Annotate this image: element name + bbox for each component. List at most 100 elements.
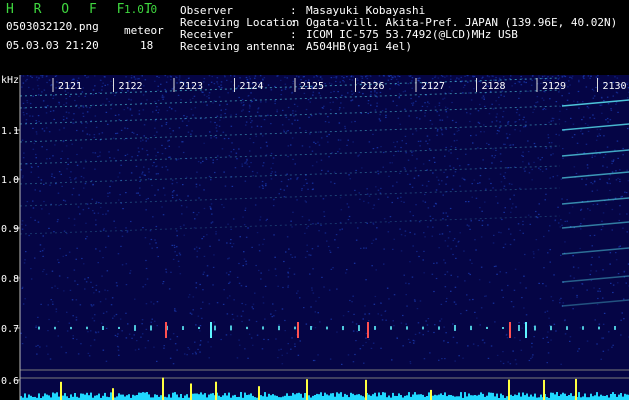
noise-speck: [186, 354, 188, 356]
noise-speck: [172, 363, 175, 365]
noise-speck: [263, 338, 265, 340]
noise-speck: [192, 97, 194, 99]
noise-speck: [564, 333, 567, 335]
noise-speck: [507, 284, 509, 287]
noise-speck: [288, 248, 290, 250]
noise-speck: [522, 151, 524, 153]
noise-speck: [333, 76, 335, 78]
noise-speck: [591, 154, 594, 156]
level-bar: [558, 396, 560, 400]
noise-speck: [576, 101, 579, 103]
level-bar: [382, 392, 384, 400]
noise-speck: [239, 236, 241, 238]
noise-speck: [376, 92, 378, 94]
noise-speck: [390, 75, 392, 77]
noise-speck: [281, 354, 283, 356]
noise-speck: [523, 307, 525, 309]
noise-speck: [102, 257, 104, 259]
noise-speck: [531, 79, 533, 81]
noise-speck: [379, 114, 381, 116]
noise-speck: [348, 215, 351, 218]
noise-speck: [510, 301, 513, 303]
noise-speck: [365, 332, 368, 335]
noise-speck: [416, 117, 418, 119]
noise-speck: [141, 173, 143, 175]
noise-speck: [69, 289, 72, 291]
noise-speck: [479, 182, 481, 184]
noise-speck: [609, 119, 612, 121]
noise-speck: [131, 114, 133, 116]
noise-speck: [456, 130, 459, 132]
noise-speck: [293, 115, 295, 117]
noise-speck: [270, 178, 273, 180]
noise-speck: [401, 140, 403, 142]
noise-speck: [178, 127, 181, 129]
noise-speck: [227, 92, 229, 94]
noise-speck: [270, 173, 272, 175]
noise-speck: [57, 192, 60, 194]
noise-speck: [571, 136, 574, 138]
noise-speck: [458, 78, 460, 80]
noise-speck: [286, 130, 288, 132]
noise-speck: [362, 318, 364, 320]
noise-speck: [161, 125, 163, 127]
noise-speck: [276, 75, 278, 77]
noise-speck: [180, 205, 183, 207]
noise-speck: [20, 169, 22, 171]
noise-speck: [309, 273, 311, 275]
noise-speck: [552, 300, 554, 302]
noise-speck: [100, 79, 102, 81]
noise-speck: [435, 189, 438, 191]
noise-speck: [305, 108, 308, 111]
level-bar: [472, 395, 474, 400]
noise-speck: [47, 304, 49, 306]
noise-speck: [524, 253, 526, 256]
antenna-label: Receiving antenna: [180, 40, 293, 53]
noise-speck: [459, 185, 461, 187]
noise-speck: [26, 78, 28, 81]
noise-speck: [539, 169, 542, 171]
noise-speck: [212, 102, 214, 104]
noise-speck: [549, 225, 551, 227]
noise-speck: [45, 345, 48, 347]
level-bar: [66, 396, 68, 400]
noise-speck: [591, 190, 594, 192]
noise-speck: [477, 110, 480, 112]
noise-speck: [95, 219, 97, 221]
noise-speck: [555, 101, 558, 103]
noise-speck: [409, 231, 411, 234]
noise-speck: [248, 107, 251, 109]
level-bar: [90, 392, 92, 400]
noise-speck: [443, 97, 446, 99]
noise-speck: [183, 115, 185, 117]
noise-speck: [299, 127, 301, 129]
noise-speck: [593, 234, 596, 236]
noise-speck: [157, 173, 159, 175]
noise-speck: [602, 225, 604, 227]
noise-speck: [587, 107, 590, 109]
noise-speck: [520, 84, 523, 86]
level-bar: [460, 392, 462, 400]
noise-speck: [41, 76, 44, 78]
noise-speck: [41, 128, 44, 130]
noise-speck: [510, 75, 512, 77]
noise-speck: [23, 152, 25, 154]
noise-speck: [524, 125, 527, 128]
noise-speck: [560, 363, 562, 365]
noise-speck: [577, 90, 580, 93]
noise-speck: [424, 112, 426, 114]
noise-speck: [218, 125, 221, 127]
noise-speck: [40, 75, 42, 77]
noise-speck: [351, 79, 354, 81]
noise-speck: [121, 264, 124, 266]
noise-speck: [483, 97, 485, 99]
noise-speck: [158, 76, 160, 78]
noise-speck: [597, 290, 599, 292]
noise-speck: [444, 240, 447, 242]
noise-speck: [137, 147, 140, 149]
noise-speck: [171, 183, 174, 185]
noise-speck: [186, 206, 188, 208]
noise-speck: [342, 315, 345, 317]
noise-speck: [548, 121, 550, 123]
noise-speck: [515, 206, 517, 208]
